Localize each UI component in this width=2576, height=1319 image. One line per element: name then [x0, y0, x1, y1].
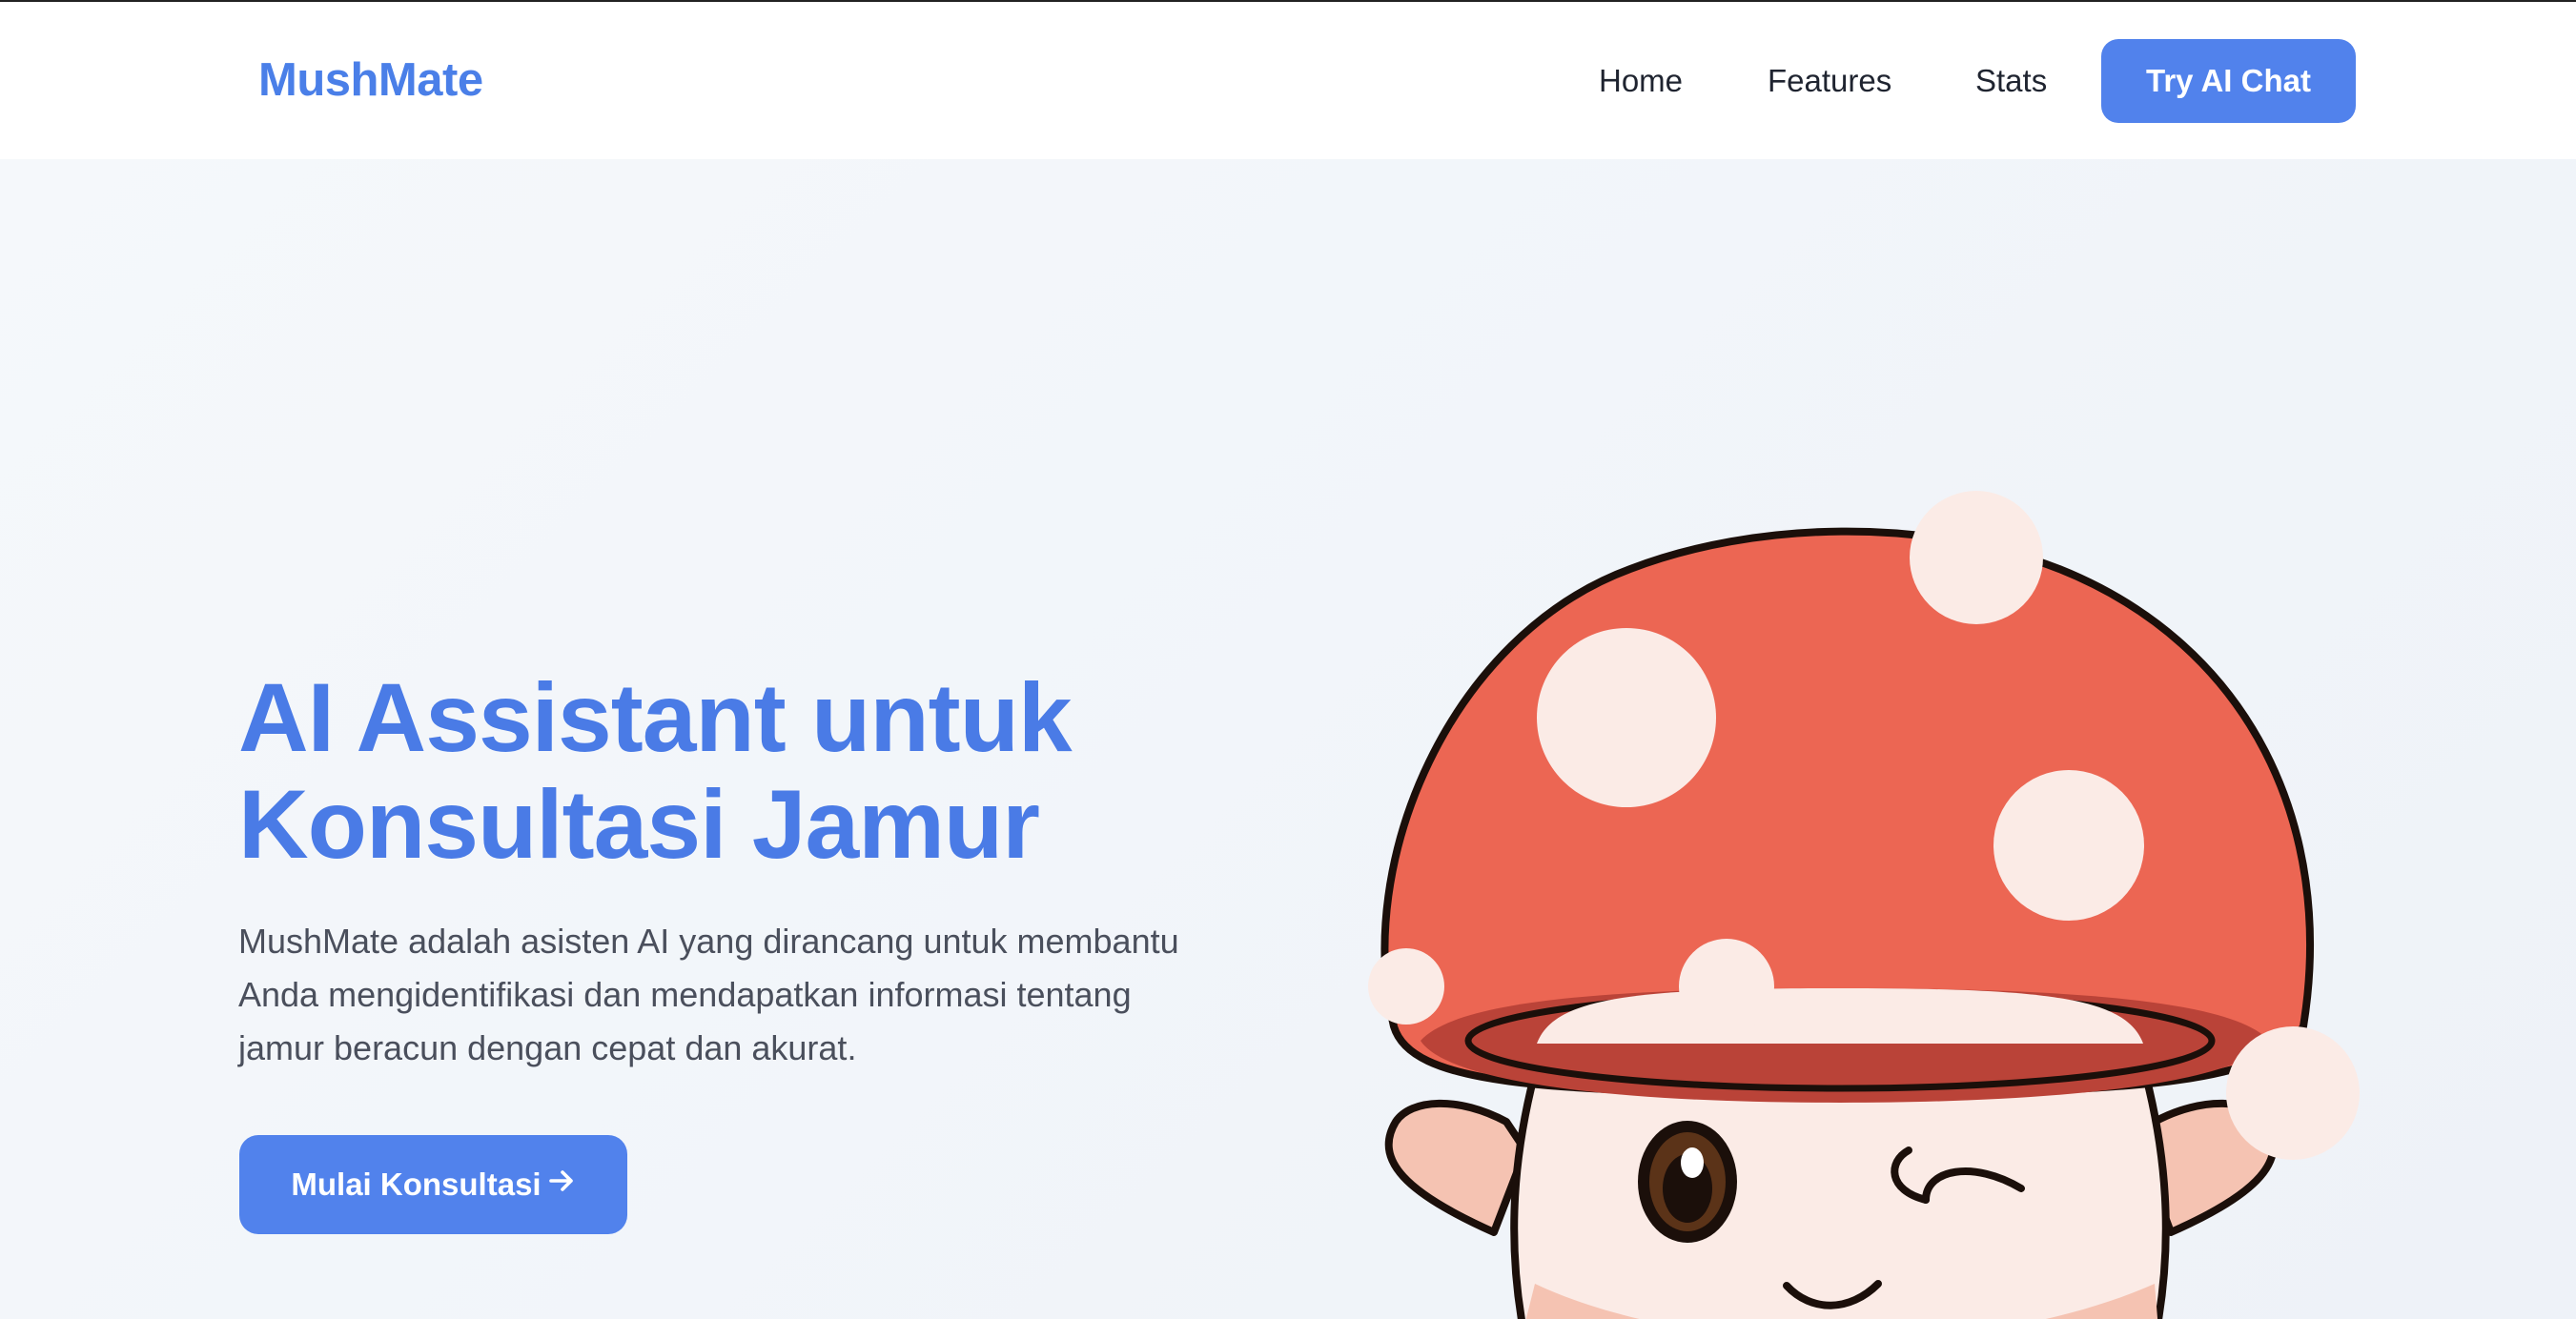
brand-logo[interactable]: MushMate	[258, 53, 483, 107]
mushroom-mascot-illustration	[1368, 491, 2360, 1319]
hero-title-line: AI Assistant untuk	[238, 663, 1073, 772]
try-ai-chat-button[interactable]: Try AI Chat	[2101, 39, 2356, 123]
hero-section: AI Assistant untuk Konsultasi Jamur Mush…	[0, 159, 2576, 1319]
nav-link-stats[interactable]: Stats	[1975, 63, 2047, 99]
nav-link-home[interactable]: Home	[1599, 63, 1683, 99]
mulai-konsultasi-button[interactable]: Mulai Konsultasi	[239, 1135, 627, 1234]
hero-title: AI Assistant untuk Konsultasi Jamur	[238, 664, 1287, 878]
nav-link-features[interactable]: Features	[1768, 63, 1891, 99]
hero-description-line: MushMate adalah asisten AI yang dirancan…	[238, 922, 1179, 961]
arrow-right-icon	[547, 1167, 576, 1203]
mulai-konsultasi-label: Mulai Konsultasi	[291, 1167, 542, 1202]
hero-description-line: jamur beracun dengan cepat dan akurat.	[238, 1028, 857, 1067]
hero-title-line: Konsultasi Jamur	[238, 770, 1040, 879]
navbar: MushMate Home Features Stats Try AI Chat	[0, 2, 2576, 159]
hero-description-line: Anda mengidentifikasi dan mendapatkan in…	[238, 975, 1132, 1014]
hero-description: MushMate adalah asisten AI yang dirancan…	[238, 915, 1249, 1075]
